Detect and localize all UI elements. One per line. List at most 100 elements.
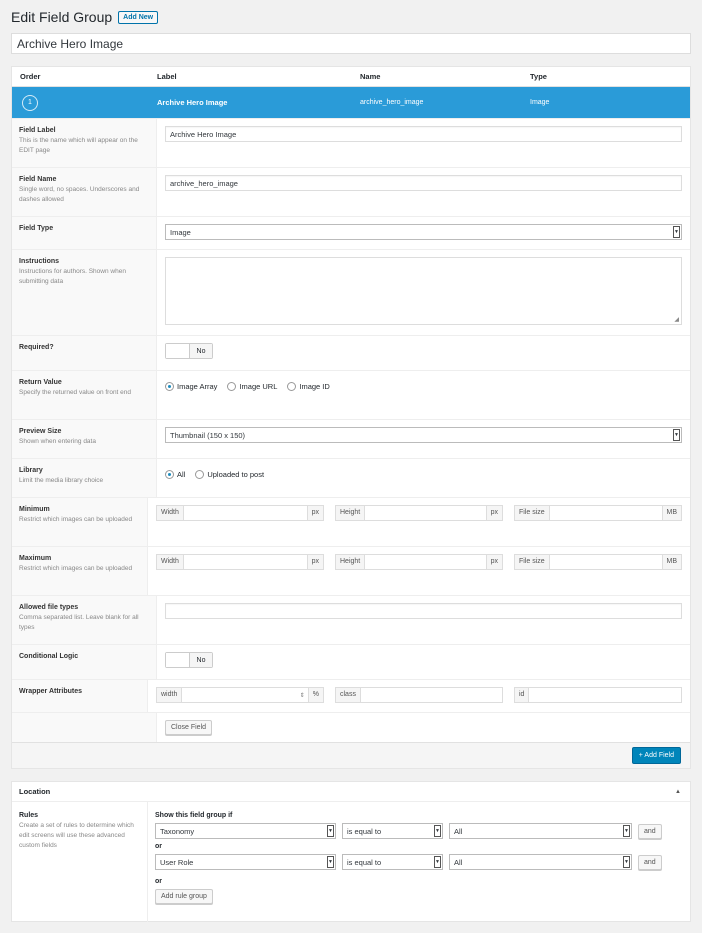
chevron-down-icon: ▼ xyxy=(327,856,334,868)
setting-title: Maximum xyxy=(19,555,52,562)
setting-wrapper: Wrapper Attributes width ⇕% class id xyxy=(12,679,690,712)
conditional-logic-toggle[interactable]: No xyxy=(165,652,213,668)
rules-title: Rules xyxy=(19,812,39,819)
allowed-types-input[interactable] xyxy=(165,603,682,619)
radio-image-url[interactable]: Image URL xyxy=(227,381,277,391)
field-name-input[interactable]: archive_hero_image xyxy=(165,175,682,191)
setting-title: Conditional Logic xyxy=(19,653,79,660)
fields-footer: + Add Field xyxy=(12,742,690,768)
rule-param-select[interactable]: User Role ▼ xyxy=(155,854,336,870)
fields-panel: Order Label Name Type 1 Archive Hero Ima… xyxy=(11,66,691,769)
collapse-arrow-icon[interactable]: ▲ xyxy=(675,789,681,795)
field-type-select[interactable]: Image ▼ xyxy=(165,224,682,240)
max-width-input[interactable]: Width px xyxy=(156,554,324,570)
radio-icon xyxy=(287,381,297,391)
setting-desc: This is the name which will appear on th… xyxy=(19,137,138,154)
max-height-input[interactable]: Height px xyxy=(335,554,503,570)
setting-title: Minimum xyxy=(19,506,50,513)
setting-preview-size: Preview Size Shown when entering data Thu… xyxy=(12,419,690,458)
page-header: Edit Field Group Add New xyxy=(11,9,159,25)
input-prefix: Width xyxy=(157,555,184,569)
close-field-button[interactable]: Close Field xyxy=(165,720,213,735)
input-prefix: Height xyxy=(336,506,366,520)
setting-title: Library xyxy=(19,467,43,474)
radio-library-all[interactable]: All xyxy=(165,469,185,479)
max-filesize-input[interactable]: File size MB xyxy=(514,554,682,570)
add-field-button[interactable]: + Add Field xyxy=(631,747,681,764)
wrapper-class-input[interactable]: class xyxy=(335,687,503,703)
field-row-name: archive_hero_image xyxy=(360,99,424,106)
spinner-icon[interactable]: ⇕ xyxy=(300,688,308,702)
field-group-title-input[interactable]: Archive Hero Image xyxy=(11,33,691,54)
rule-param-select[interactable]: Taxonomy ▼ xyxy=(155,823,336,839)
input-suffix: MB xyxy=(661,506,681,520)
setting-desc: Restrict which images can be uploaded xyxy=(19,565,133,572)
input-prefix: id xyxy=(515,688,530,702)
setting-library: Library Limit the media library choice Al… xyxy=(12,458,690,497)
instructions-textarea[interactable]: ◢ xyxy=(165,257,682,325)
setting-conditional-logic: Conditional Logic No xyxy=(12,644,690,679)
toggle-label: No xyxy=(190,344,212,358)
setting-field-name: Field Name Single word, no spaces. Unders… xyxy=(12,167,690,216)
min-height-input[interactable]: Height px xyxy=(335,505,503,521)
field-row-label[interactable]: Archive Hero Image xyxy=(157,98,360,107)
rule-operator-select[interactable]: is equal to ▼ xyxy=(342,823,443,839)
input-prefix: File size xyxy=(515,555,550,569)
show-if-label: Show this field group if xyxy=(155,812,233,819)
field-row-active[interactable]: 1 Archive Hero Image archive_hero_image … xyxy=(12,87,690,118)
setting-desc: Restrict which images can be uploaded xyxy=(19,516,133,523)
required-toggle[interactable]: No xyxy=(165,343,213,359)
or-label: or xyxy=(155,843,162,850)
location-header[interactable]: Location ▲ xyxy=(12,782,690,802)
radio-icon xyxy=(227,381,237,391)
resize-grip-icon[interactable]: ◢ xyxy=(674,316,679,323)
select-value: Image xyxy=(170,228,191,237)
rule-value-select[interactable]: All ▼ xyxy=(449,854,632,870)
and-button[interactable]: and xyxy=(638,854,662,870)
input-suffix: px xyxy=(306,506,323,520)
add-new-button[interactable]: Add New xyxy=(118,10,159,24)
add-rule-group-button[interactable]: Add rule group xyxy=(155,889,213,904)
wrapper-width-input[interactable]: width ⇕% xyxy=(156,687,324,703)
column-type: Type xyxy=(530,72,547,81)
setting-title: Field Label xyxy=(19,127,56,134)
radio-image-array[interactable]: Image Array xyxy=(165,381,217,391)
input-prefix: File size xyxy=(515,506,550,520)
location-panel: Location ▲ Rules Create a set of rules t… xyxy=(11,781,691,922)
rule-value-select[interactable]: All ▼ xyxy=(449,823,632,839)
setting-required: Required? No xyxy=(12,335,690,370)
page-title: Edit Field Group xyxy=(11,9,113,25)
setting-title: Field Name xyxy=(19,176,57,183)
radio-image-id[interactable]: Image ID xyxy=(287,381,330,391)
setting-instructions: Instructions Instructions for authors. Sh… xyxy=(12,249,690,335)
select-value: is equal to xyxy=(347,827,382,836)
setting-field-label: Field Label This is the name which will a… xyxy=(12,118,690,167)
input-suffix: % xyxy=(307,688,323,702)
and-button[interactable]: and xyxy=(638,823,662,839)
setting-title: Preview Size xyxy=(19,428,62,435)
min-width-input[interactable]: Width px xyxy=(156,505,324,521)
min-filesize-input[interactable]: File size MB xyxy=(514,505,682,521)
order-number[interactable]: 1 xyxy=(22,94,38,111)
setting-desc: Specify the returned value on front end xyxy=(19,389,132,396)
setting-title: Wrapper Attributes xyxy=(19,688,83,695)
setting-desc: Comma separated list. Leave blank for al… xyxy=(19,614,139,631)
input-suffix: px xyxy=(306,555,323,569)
setting-desc: Limit the media library choice xyxy=(19,477,104,484)
input-suffix: MB xyxy=(661,555,681,569)
chevron-down-icon: ▼ xyxy=(434,825,441,837)
toggle-label: No xyxy=(190,653,212,667)
setting-title: Field Type xyxy=(19,225,54,232)
select-value: All xyxy=(454,858,463,867)
wrapper-id-input[interactable]: id xyxy=(514,687,682,703)
radio-selected-icon xyxy=(165,381,174,391)
input-prefix: width xyxy=(157,688,183,702)
column-label: Label xyxy=(157,72,177,81)
preview-size-select[interactable]: Thumbnail (150 x 150) ▼ xyxy=(165,427,682,443)
radio-library-uploaded[interactable]: Uploaded to post xyxy=(195,469,264,479)
setting-close: Close Field xyxy=(12,712,690,744)
field-label-input[interactable]: Archive Hero Image xyxy=(165,126,682,142)
radio-selected-icon xyxy=(165,469,174,479)
rule-operator-select[interactable]: is equal to ▼ xyxy=(342,854,443,870)
column-name: Name xyxy=(360,72,381,81)
